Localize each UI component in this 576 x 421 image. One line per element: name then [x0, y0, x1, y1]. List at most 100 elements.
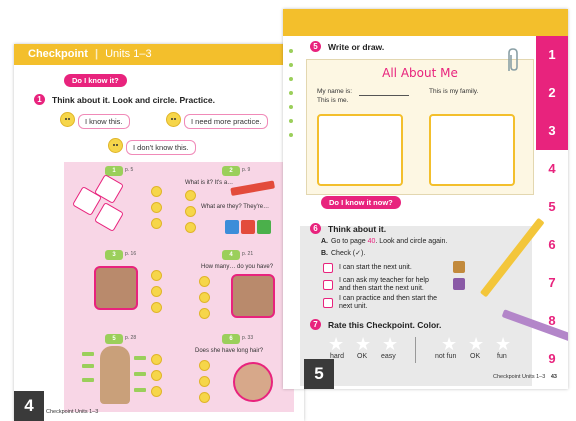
- tab-unit-3[interactable]: 3: [536, 112, 568, 150]
- cell-page-ref: p. 33: [242, 335, 254, 341]
- children-photo: [231, 274, 275, 318]
- smiley-face-icon[interactable]: [185, 222, 196, 233]
- tab-unit-4[interactable]: 4: [536, 150, 568, 188]
- crayon-picture: [225, 220, 239, 234]
- smiley-face-icon[interactable]: [151, 202, 162, 213]
- option-know-this: I know this.: [78, 114, 130, 129]
- star-icon[interactable]: ★: [495, 335, 511, 353]
- family-photo: [94, 266, 138, 310]
- question-5-text: Write or draw.: [328, 42, 385, 52]
- notebook-dots: [289, 49, 293, 147]
- grid-cell-5: 5 p. 28: [64, 330, 177, 410]
- smiley-face-icon[interactable]: [185, 190, 196, 201]
- cell-number: 3: [105, 250, 123, 260]
- family-drawing-box[interactable]: [429, 114, 515, 186]
- smiley-face-icon[interactable]: [199, 308, 210, 319]
- checkbox-ask-teacher[interactable]: [323, 280, 333, 290]
- star-icon[interactable]: ★: [355, 335, 371, 353]
- smiley-face-icon[interactable]: [151, 354, 162, 365]
- cell-page-ref: p. 9: [242, 167, 251, 173]
- name-line[interactable]: [359, 95, 409, 96]
- this-is-me-label: This is me.: [317, 97, 349, 104]
- grid-cell-1: 1 p. 5: [64, 162, 177, 242]
- smiley-face-icon[interactable]: [151, 218, 162, 229]
- smiley-face-icon[interactable]: [151, 186, 162, 197]
- smiley-face-icon[interactable]: [151, 270, 162, 281]
- smiley-face-icon: [108, 138, 123, 153]
- page-footer: Checkpoint Units 1–3 43: [493, 374, 557, 380]
- girl-photo: [233, 362, 273, 402]
- tab-unit-2[interactable]: 2: [536, 74, 568, 112]
- smiley-face-icon[interactable]: [185, 206, 196, 217]
- tab-unit-1[interactable]: 1: [536, 36, 568, 74]
- star-icon[interactable]: ★: [382, 335, 398, 353]
- smiley-face-icon[interactable]: [151, 386, 162, 397]
- name-label: My name is:: [317, 88, 353, 95]
- star-icon[interactable]: ★: [468, 335, 484, 353]
- question-6-text: Think about it.: [328, 224, 387, 234]
- cell-question: Does she have long hair?: [195, 348, 264, 354]
- question-5-number: 5: [310, 41, 321, 52]
- left-page: Checkpoint | Units 1–3 Do I know it? 1 T…: [14, 44, 304, 421]
- cell-number: 5: [105, 334, 123, 344]
- smiley-face-icon[interactable]: [151, 286, 162, 297]
- grid-cell-2: 2 p. 9 What is it? It's a… What are they…: [181, 162, 294, 242]
- self-drawing-box[interactable]: [317, 114, 403, 186]
- label-tag: [134, 388, 146, 392]
- note-title: All About Me: [382, 66, 458, 80]
- check-3b-text: next unit.: [339, 303, 368, 310]
- rate-ok-label: OK: [357, 353, 368, 360]
- do-i-know-it-pill: Do I know it?: [64, 74, 127, 87]
- cell-page-ref: p. 16: [125, 251, 137, 257]
- smiley-face-icon[interactable]: [199, 392, 210, 403]
- crayon-picture: [241, 220, 255, 234]
- part-a-pre: Go to page: [331, 238, 366, 245]
- red-pencil-picture: [230, 180, 276, 196]
- grid-cell-6: 6 p. 33 Does she have long hair?: [181, 330, 294, 410]
- cell-question: What are they? They're…: [201, 204, 270, 210]
- question-1-number: 1: [34, 94, 45, 105]
- page-footer: Checkpoint Units 1–3: [46, 409, 99, 415]
- smiley-face-icon[interactable]: [199, 376, 210, 387]
- part-b-label: B.: [321, 250, 328, 257]
- cell-page-ref: p. 5: [125, 167, 134, 173]
- left-header: Checkpoint | Units 1–3: [14, 44, 304, 65]
- cell-page-ref: p. 21: [242, 251, 254, 257]
- star-icon[interactable]: ★: [328, 335, 344, 353]
- rate-easy-label: easy: [381, 353, 396, 360]
- footer-page-number: 43: [550, 374, 557, 380]
- smiley-face-icon[interactable]: [199, 360, 210, 371]
- smiley-face-icon[interactable]: [151, 302, 162, 313]
- cell-number: 2: [222, 166, 240, 176]
- smiley-face-icon[interactable]: [199, 276, 210, 287]
- smiley-face-icon[interactable]: [199, 292, 210, 303]
- eraser-picture: [93, 201, 125, 233]
- smiley-face-icon[interactable]: [151, 370, 162, 381]
- page-number: 5: [304, 359, 334, 389]
- tab-unit-7[interactable]: 7: [536, 264, 568, 302]
- cell-number: 4: [222, 250, 240, 260]
- label-tag: [82, 352, 94, 356]
- tab-unit-9[interactable]: 9: [536, 340, 568, 378]
- cell-number: 6: [222, 334, 240, 344]
- checkbox-practice[interactable]: [323, 298, 333, 308]
- label-tag: [134, 356, 146, 360]
- cell-question: How many… do you have?: [201, 264, 274, 270]
- option-need-practice: I need more practice.: [184, 114, 269, 129]
- star-icon[interactable]: ★: [441, 335, 457, 353]
- footer-text: Checkpoint Units 1–3: [493, 374, 546, 380]
- page-number: 4: [14, 391, 44, 421]
- tab-unit-6[interactable]: 6: [536, 226, 568, 264]
- question-7-text: Rate this Checkpoint. Color.: [328, 320, 442, 330]
- question-6-number: 6: [310, 223, 321, 234]
- label-tag: [82, 364, 94, 368]
- smiley-face-icon: [166, 112, 181, 127]
- do-i-know-it-now-pill: Do I know it now?: [321, 196, 401, 209]
- right-header: [283, 9, 568, 36]
- right-page: 1 2 3 4 5 6 7 8 9 5 Write or draw. All A…: [283, 9, 568, 389]
- header-subtitle: Units 1–3: [105, 48, 152, 60]
- checkbox-start-next[interactable]: [323, 263, 333, 273]
- header-title: Checkpoint: [28, 48, 88, 60]
- rate-fun-label: fun: [497, 353, 507, 360]
- divider: [415, 337, 416, 363]
